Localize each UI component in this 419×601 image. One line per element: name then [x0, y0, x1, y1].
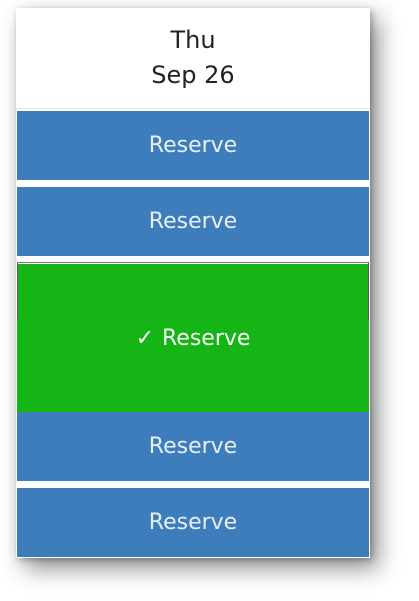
reserve-slot-selected-button[interactable]: ✓ Reserve [17, 264, 369, 412]
reserve-slot-button[interactable]: Reserve [17, 488, 369, 557]
date-label: Sep 26 [151, 61, 235, 89]
reserve-slot-button[interactable]: Reserve [17, 187, 369, 256]
reserve-slot-button[interactable]: Reserve [17, 111, 369, 180]
day-header: Thu Sep 26 [16, 8, 370, 109]
reserve-slot-button[interactable]: Reserve [17, 412, 369, 481]
reserve-label: Reserve [148, 209, 238, 234]
checkmark-icon: ✓ [135, 325, 154, 351]
weekday-label: Thu [170, 26, 216, 54]
reserve-label: Reserve [162, 325, 251, 351]
day-column-card: Thu Sep 26 Reserve Reserve ✓ Reserve Res… [16, 8, 370, 558]
screenshot-stage: Thu Sep 26 Reserve Reserve ✓ Reserve Res… [0, 0, 419, 601]
reserve-label: Reserve [148, 133, 238, 158]
reserve-label: Reserve [148, 510, 238, 535]
reserve-label: Reserve [148, 434, 238, 459]
